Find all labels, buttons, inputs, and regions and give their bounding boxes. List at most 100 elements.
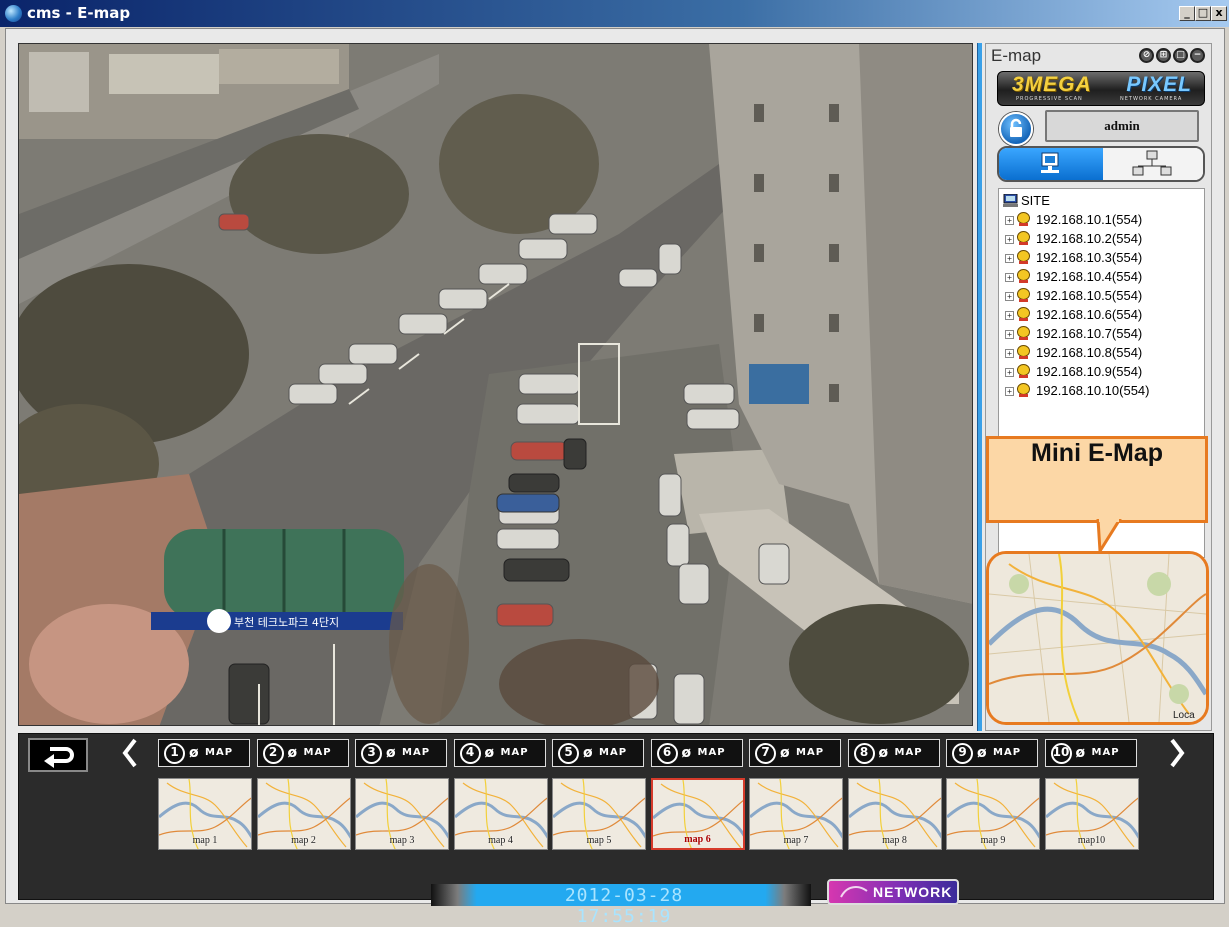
map-tab-label: MAP (303, 747, 332, 758)
map-tab-number: 3 (361, 743, 382, 764)
camera-site-icon (1017, 212, 1030, 226)
map-thumbnail-6[interactable]: map 6 (650, 778, 745, 850)
map-tab-label: MAP (796, 747, 825, 758)
globe-icon: ø (1075, 745, 1086, 761)
map-thumbnail-4[interactable]: map 4 (453, 778, 548, 850)
map-tab-number: 1 (164, 743, 185, 764)
brand-logo: 3MEGA PIXEL PROGRESSIVE SCAN NETWORK CAM… (997, 71, 1205, 106)
tree-site-item[interactable]: +192.168.10.9(554) (1005, 364, 1142, 383)
clock-text: 2012-03-28 17:55:19 (564, 885, 684, 927)
tree-site-item[interactable]: +192.168.10.5(554) (1005, 288, 1142, 307)
map-thumbnail-7[interactable]: map 7 (749, 778, 843, 850)
map-thumbnail-label: map 2 (291, 835, 316, 846)
panel-refresh-icon[interactable]: ⊘ (1139, 48, 1154, 63)
tab-network-view[interactable] (1103, 148, 1203, 180)
map-tab-6[interactable]: 6 ø MAP (650, 739, 743, 767)
tab-site-view[interactable] (999, 148, 1103, 180)
map-thumbnail-3[interactable]: map 3 (355, 778, 449, 850)
map-tab-10[interactable]: 10 ø MAP (1044, 739, 1137, 767)
globe-icon: ø (287, 745, 298, 761)
map-tab-1[interactable]: 1 ø MAP (158, 739, 250, 767)
map-thumbnail-label: map 1 (192, 835, 218, 846)
panel-title: E-map (991, 46, 1042, 65)
mini-map-corner-label: Loca (1173, 710, 1195, 721)
expand-icon[interactable]: + (1005, 292, 1014, 301)
map-thumbnail-8[interactable]: map 8 (847, 778, 942, 850)
site-label: 192.168.10.1(554) (1036, 212, 1143, 227)
tree-site-item[interactable]: +192.168.10.4(554) (1005, 269, 1142, 288)
map-thumbnail-label: map 3 (389, 835, 415, 846)
back-button[interactable] (28, 738, 88, 772)
camera-site-icon (1017, 250, 1030, 264)
map-tab-label: MAP (993, 747, 1022, 758)
expand-icon[interactable]: + (1005, 254, 1014, 263)
prev-maps-arrow[interactable] (117, 734, 143, 772)
globe-icon: ø (681, 745, 692, 761)
map-tab-number: 8 (853, 743, 875, 764)
mini-emap[interactable]: Loca (986, 551, 1209, 725)
camera-live-view[interactable]: 부천 테크노파크 4단지 (18, 43, 973, 726)
minimize-button[interactable]: _ (1179, 6, 1195, 21)
expand-icon[interactable]: + (1005, 235, 1014, 244)
map-tab-label: MAP (894, 747, 923, 758)
tree-root[interactable]: SITE (1003, 193, 1050, 211)
globe-icon: ø (189, 745, 199, 761)
return-arrow-icon (44, 747, 74, 768)
computer-icon (1003, 193, 1018, 207)
panel-window-icon[interactable]: □ (1173, 48, 1188, 63)
map-tab-4[interactable]: 4 ø MAP (453, 739, 546, 767)
tree-site-item[interactable]: +192.168.10.2(554) (1005, 231, 1142, 250)
globe-icon: ø (780, 745, 790, 761)
title-bar[interactable]: cms - E-map _ □ x (0, 0, 1229, 27)
tree-site-item[interactable]: +192.168.10.6(554) (1005, 307, 1142, 326)
map-tab-number: 4 (459, 743, 481, 764)
map-tab-2[interactable]: 2 ø MAP (256, 739, 349, 767)
network-swirl-icon (840, 886, 868, 898)
cms-window: cms - E-map _ □ x 부천 테크노파크 4단지 E-map ⊘ ⊞… (0, 0, 1229, 927)
tree-site-item[interactable]: +192.168.10.3(554) (1005, 250, 1142, 269)
mini-emap-callout: Mini E-Map (986, 436, 1208, 523)
panel-grid-icon[interactable]: ⊞ (1156, 48, 1171, 63)
expand-icon[interactable]: + (1005, 330, 1014, 339)
maximize-button[interactable]: □ (1195, 6, 1211, 21)
site-label: 192.168.10.6(554) (1036, 307, 1143, 322)
camera-banner-text: 부천 테크노파크 4단지 (234, 615, 339, 629)
login-lock-button[interactable] (999, 112, 1033, 146)
camera-site-icon (1017, 231, 1030, 245)
map-thumbnail-10[interactable]: map10 (1044, 778, 1139, 850)
globe-icon: ø (484, 745, 495, 761)
expand-icon[interactable]: + (1005, 349, 1014, 358)
map-tab-5[interactable]: 5 ø MAP (552, 739, 644, 767)
close-button[interactable]: x (1211, 6, 1227, 21)
map-tab-8[interactable]: 8 ø MAP (847, 739, 940, 767)
map-tab-3[interactable]: 3 ø MAP (355, 739, 447, 767)
map-thumbnail-1[interactable]: map 1 (158, 778, 252, 850)
mini-map-image: Loca (989, 554, 1206, 722)
callout-pointer (1096, 519, 1122, 555)
map-tab-7[interactable]: 7 ø MAP (749, 739, 841, 767)
globe-icon: ø (386, 745, 396, 761)
map-tab-9[interactable]: 9 ø MAP (946, 739, 1038, 767)
network-button[interactable]: NETWORK (827, 879, 959, 905)
tree-site-item[interactable]: +192.168.10.1(554) (1005, 212, 1142, 231)
camera-site-icon (1017, 269, 1030, 283)
next-maps-arrow[interactable] (1164, 734, 1190, 772)
map-tab-label: MAP (599, 747, 628, 758)
monitor-icon (1041, 152, 1059, 173)
map-thumbnail-5[interactable]: map 5 (552, 778, 646, 850)
expand-icon[interactable]: + (1005, 216, 1014, 225)
expand-icon[interactable]: + (1005, 273, 1014, 282)
expand-icon[interactable]: + (1005, 368, 1014, 377)
map-tab-label: MAP (205, 747, 234, 758)
tree-site-item[interactable]: +192.168.10.8(554) (1005, 345, 1142, 364)
expand-icon[interactable]: + (1005, 387, 1014, 396)
map-thumbnail-label: map10 (1077, 835, 1106, 846)
camera-site-icon (1017, 364, 1030, 378)
tree-site-item[interactable]: +192.168.10.7(554) (1005, 326, 1142, 345)
map-thumbnail-2[interactable]: map 2 (256, 778, 351, 850)
panel-splitter[interactable] (977, 43, 982, 731)
panel-minimize-icon[interactable]: − (1190, 48, 1205, 63)
expand-icon[interactable]: + (1005, 311, 1014, 320)
map-thumbnail-9[interactable]: map 9 (946, 778, 1040, 850)
tree-site-item[interactable]: +192.168.10.10(554) (1005, 383, 1149, 402)
